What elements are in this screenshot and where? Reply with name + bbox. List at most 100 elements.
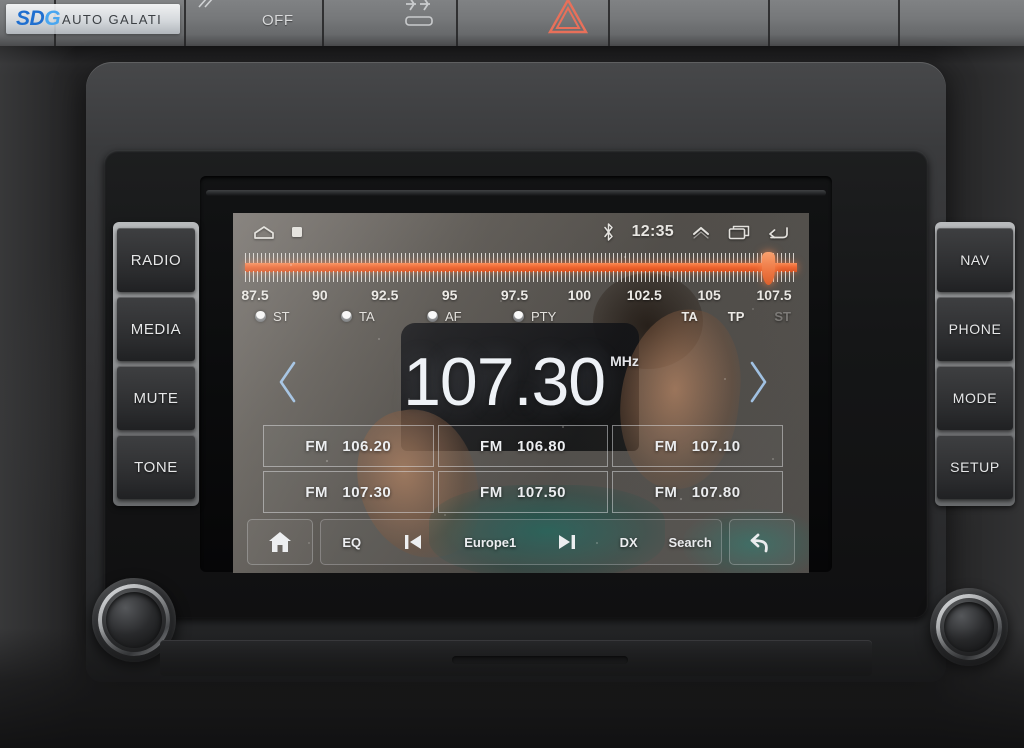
rds-tp-indicator: TP xyxy=(727,309,745,324)
rds-pty-toggle[interactable]: PTY xyxy=(513,309,556,324)
tune-down-button[interactable] xyxy=(271,355,305,409)
band-label: 90 xyxy=(312,287,328,303)
skip-next-icon xyxy=(559,535,576,549)
strip-seg-5[interactable] xyxy=(610,0,770,46)
home-button[interactable] xyxy=(247,519,313,565)
back-arrow-icon[interactable] xyxy=(767,225,789,240)
status-bar: 12:35 xyxy=(233,213,809,251)
preset-4[interactable]: FM 107.30 xyxy=(263,471,434,513)
back-curved-arrow-icon xyxy=(750,533,768,553)
rds-st-toggle[interactable]: ST xyxy=(255,309,290,324)
wiper-icon xyxy=(198,0,213,8)
clock: 12:35 xyxy=(631,223,674,240)
band-scale-labels: 87.5 90 92.5 95 97.5 100 102.5 105 107.5 xyxy=(233,287,809,307)
band-label: 102.5 xyxy=(626,287,662,303)
rear-window-icon xyxy=(405,16,433,26)
frequency-band-scale[interactable] xyxy=(233,252,809,285)
tune-up-button[interactable] xyxy=(741,355,775,409)
fan-off-label: OFF xyxy=(262,12,294,29)
rds-led-icon xyxy=(341,311,352,322)
strip-seg-6[interactable] xyxy=(770,0,900,46)
preset-frequency: 106.80 xyxy=(517,437,566,455)
preset-frequency: 107.10 xyxy=(691,437,741,455)
rds-label: TA xyxy=(359,309,375,324)
preset-2[interactable]: FM 106.80 xyxy=(437,425,609,467)
band-label: 105 xyxy=(697,287,721,303)
watermark-logo: SD G AUTO GALATI xyxy=(6,4,180,34)
strip-seg-7[interactable] xyxy=(900,0,1024,46)
preset-band: FM xyxy=(480,437,503,455)
band-label: 107.5 xyxy=(756,287,792,303)
bottom-toolbar: EQ Europe1 DX Search xyxy=(247,519,795,565)
preset-frequency: 107.80 xyxy=(691,483,741,501)
preset-band: FM xyxy=(480,483,503,501)
dashboard-lower-shadow xyxy=(0,628,1024,748)
band-label: 95 xyxy=(441,287,458,303)
rds-ta-toggle[interactable]: TA xyxy=(341,309,375,324)
media-button[interactable]: MEDIA xyxy=(117,297,195,361)
mode-button[interactable]: MODE xyxy=(937,366,1013,430)
rds-label: PTY xyxy=(531,309,557,324)
preset-frequency: 107.50 xyxy=(517,483,566,501)
hazard-triangle-icon xyxy=(547,0,589,34)
preset-band: FM xyxy=(654,437,678,455)
search-button[interactable]: Search xyxy=(659,520,721,564)
station-name[interactable]: Europe1 xyxy=(444,520,536,564)
previous-station-button[interactable] xyxy=(383,520,445,564)
watermark-brand-accent: G xyxy=(44,7,61,30)
chevron-up-icon[interactable] xyxy=(691,225,711,239)
watermark-subtitle: AUTO GALATI xyxy=(62,11,163,27)
bezel-highlight xyxy=(206,190,826,196)
tuner-display: 107.30 MHz xyxy=(233,341,809,423)
rds-af-toggle[interactable]: AF xyxy=(427,309,462,324)
back-button[interactable] xyxy=(729,519,795,565)
eq-button[interactable]: EQ xyxy=(321,520,383,564)
preset-3[interactable]: FM 107.10 xyxy=(612,425,783,467)
band-label: 92.5 xyxy=(371,287,399,303)
skip-previous-icon xyxy=(405,535,422,549)
right-button-rail: NAV PHONE MODE SETUP xyxy=(935,222,1015,506)
radio-button[interactable]: RADIO xyxy=(117,228,195,292)
next-station-button[interactable] xyxy=(536,520,598,564)
phone-button[interactable]: PHONE xyxy=(937,297,1013,361)
watermark-brand: SD xyxy=(16,7,45,30)
chevron-right-icon xyxy=(750,361,767,403)
preset-5[interactable]: FM 107.50 xyxy=(437,471,609,513)
tone-button[interactable]: TONE xyxy=(117,435,195,499)
frequency-unit: MHz xyxy=(610,353,639,369)
rds-st-indicator: ST xyxy=(774,309,791,324)
preset-frequency: 107.30 xyxy=(342,483,392,501)
screenshot-root: OFF 12:35 87.5 90 92.5 95 97.5 100 102.5… xyxy=(0,0,1024,748)
preset-band: FM xyxy=(305,437,329,455)
touchscreen-display[interactable]: 12:35 87.5 90 92.5 95 97.5 100 102.5 105… xyxy=(233,213,809,573)
home-outline-icon[interactable] xyxy=(253,225,275,240)
rds-led-icon xyxy=(513,311,524,322)
preset-grid: FM 106.20 FM 106.80 FM 107.10 FM 107.30 FM 107.50… xyxy=(263,425,783,513)
rds-led-icon xyxy=(427,311,438,322)
rds-ta-indicator: TA xyxy=(681,309,698,324)
rds-label: ST xyxy=(273,309,290,324)
mute-button[interactable]: MUTE xyxy=(117,366,195,430)
nav-button[interactable]: NAV xyxy=(937,228,1013,292)
band-ticks-bottom xyxy=(245,271,797,282)
band-label: 87.5 xyxy=(241,287,269,303)
radio-app-ui: 12:35 87.5 90 92.5 95 97.5 100 102.5 105… xyxy=(233,213,809,573)
bluetooth-icon xyxy=(603,223,613,241)
rds-indicator-row: ST TA AF PTY TA TP ST xyxy=(233,309,809,331)
rds-led-icon xyxy=(255,311,266,322)
recents-icon[interactable] xyxy=(728,225,750,240)
square-icon[interactable] xyxy=(291,226,303,238)
left-button-rail: RADIO MEDIA MUTE TONE xyxy=(113,222,199,506)
dx-button[interactable]: DX xyxy=(598,520,660,564)
preset-band: FM xyxy=(654,483,678,501)
preset-6[interactable]: FM 107.80 xyxy=(612,471,783,513)
current-frequency: 107.30 xyxy=(403,344,606,420)
band-label: 100 xyxy=(567,287,592,303)
preset-frequency: 106.20 xyxy=(342,437,392,455)
setup-button[interactable]: SETUP xyxy=(937,435,1013,499)
preset-1[interactable]: FM 106.20 xyxy=(263,425,434,467)
transport-controls: EQ Europe1 DX Search xyxy=(320,519,722,565)
rds-right-group: TA TP ST xyxy=(681,309,791,324)
home-filled-icon xyxy=(269,532,291,552)
preset-band: FM xyxy=(305,483,329,501)
